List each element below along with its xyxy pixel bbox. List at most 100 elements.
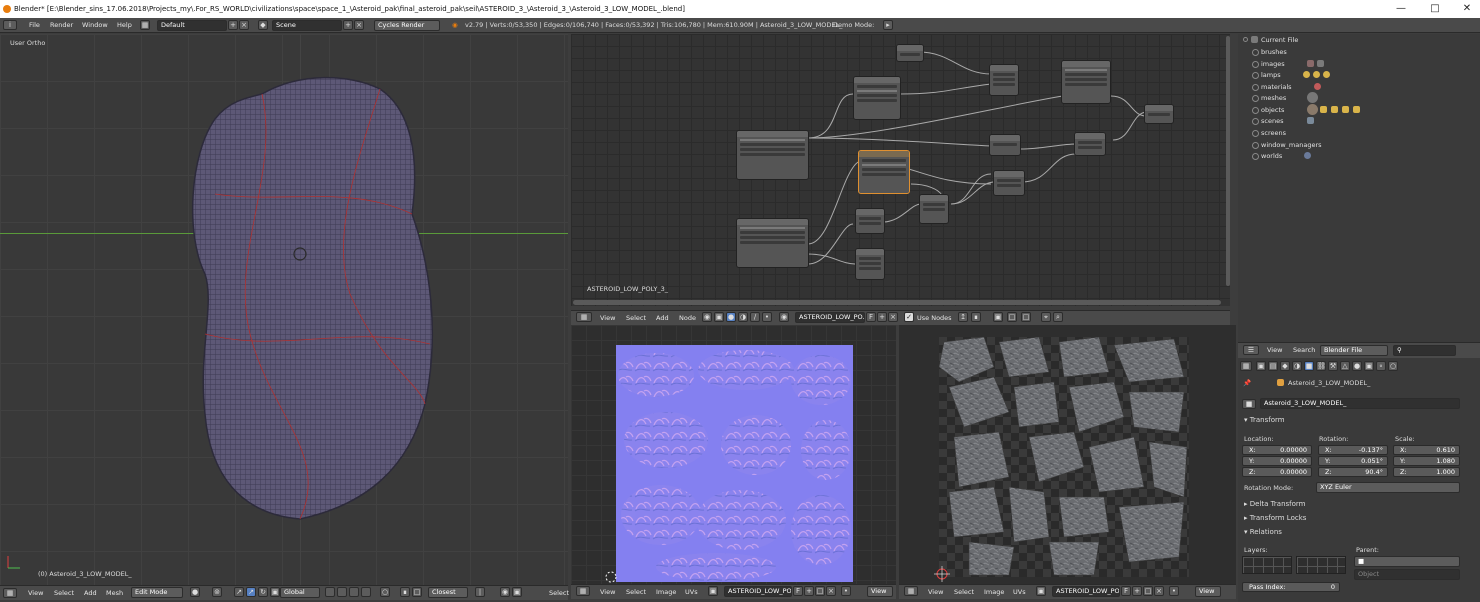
- screen-layout-icon[interactable]: ▦: [140, 20, 150, 30]
- transform-locks-panel-header[interactable]: ▸ Transform Locks: [1244, 514, 1306, 522]
- play-icon[interactable]: ▸: [883, 20, 893, 30]
- constraints-tab-icon[interactable]: ⛓: [1316, 361, 1326, 371]
- parent-type-select[interactable]: Object: [1354, 569, 1460, 580]
- render-preview-icon[interactable]: ◉: [500, 587, 510, 597]
- node-tree-type-shader-icon[interactable]: ◉: [702, 312, 712, 322]
- outliner-item-meshes[interactable]: meshes: [1261, 94, 1286, 102]
- properties-editor[interactable]: ▦ ▣ ▤ ◆ ◑ ■ ⛓ ⚒ △ ● ▣ ∘ ○ 📌 Asteroid_3_L…: [1238, 358, 1480, 602]
- outliner-item-screens[interactable]: screens: [1261, 129, 1286, 137]
- scale-x-field[interactable]: X: 0.610: [1393, 445, 1460, 455]
- view-all-icon[interactable]: ⌖: [1041, 312, 1051, 322]
- image-left-fake-user-button[interactable]: F: [793, 586, 803, 596]
- delta-transform-panel-header[interactable]: ▸ Delta Transform: [1244, 500, 1305, 508]
- image-left-name-field[interactable]: ASTEROID_LOW_PO...: [724, 586, 792, 597]
- viewport-menu-view[interactable]: View: [28, 589, 43, 597]
- node-menu-node[interactable]: Node: [679, 314, 696, 322]
- image-left-open-icon[interactable]: □: [815, 586, 825, 596]
- render-layers-tab-icon[interactable]: ▤: [1268, 361, 1278, 371]
- image-right-fake-user-button[interactable]: F: [1121, 586, 1131, 596]
- manipulator-toggle-icon[interactable]: ↗: [234, 587, 244, 597]
- pivot-point-icon[interactable]: ⊚: [212, 587, 222, 597]
- rotation-y-field[interactable]: Y: 0.051°: [1318, 456, 1388, 466]
- layer-2-icon[interactable]: [337, 587, 347, 597]
- unlink-material-icon[interactable]: ×: [888, 312, 898, 322]
- location-y-field[interactable]: Y: 0.00000: [1242, 456, 1312, 466]
- diffuse-texture-image[interactable]: [939, 337, 1189, 577]
- image-right-view-select[interactable]: View: [1195, 586, 1221, 597]
- snap-align-icon[interactable]: ∣: [475, 587, 485, 597]
- outliner-menu-search[interactable]: Search: [1293, 346, 1315, 354]
- outliner-editor-type-icon[interactable]: ☰: [1243, 345, 1259, 355]
- image-right-browse-icon[interactable]: ▣: [1036, 586, 1046, 596]
- expand-screens-icon[interactable]: [1252, 130, 1259, 137]
- outliner-item-brushes[interactable]: brushes: [1261, 48, 1287, 56]
- location-z-field[interactable]: Z: 0.00000: [1242, 467, 1312, 477]
- node-math[interactable]: [993, 170, 1025, 196]
- object-tab-icon[interactable]: ■: [1304, 361, 1314, 371]
- image-editor-normal[interactable]: [571, 325, 896, 584]
- use-nodes-checkbox[interactable]: ✓: [904, 312, 914, 322]
- shader-line-icon[interactable]: ∕: [750, 312, 760, 322]
- world-tab-icon[interactable]: ◑: [1292, 361, 1302, 371]
- shader-world-icon[interactable]: ◑: [738, 312, 748, 322]
- expand-brushes-icon[interactable]: [1252, 49, 1259, 56]
- material-field[interactable]: ASTEROID_LOW_PO...: [795, 312, 865, 323]
- copy-nodes-icon[interactable]: □: [1007, 312, 1017, 322]
- physics-tab-icon[interactable]: ○: [1388, 361, 1398, 371]
- image-right-new-icon[interactable]: +: [1132, 586, 1142, 596]
- paste-nodes-icon[interactable]: □: [1021, 312, 1031, 322]
- image-editor-left-type-icon[interactable]: ▦: [576, 586, 590, 596]
- layers-grid-a[interactable]: [1242, 556, 1292, 574]
- expand-lamps-icon[interactable]: [1252, 72, 1259, 79]
- view-zoom-icon[interactable]: ⌕: [1053, 312, 1063, 322]
- rotation-z-field[interactable]: Z: 90.4°: [1318, 467, 1388, 477]
- image-right-menu-view[interactable]: View: [928, 588, 943, 596]
- expand-current-file-icon[interactable]: [1243, 37, 1248, 42]
- snap-target-select[interactable]: Closest: [428, 587, 468, 598]
- node-editor-type-icon[interactable]: ▦: [576, 312, 592, 322]
- render-animation-icon[interactable]: ▣: [512, 587, 522, 597]
- render-engine-select[interactable]: Cycles Render: [374, 20, 440, 31]
- expand-images-icon[interactable]: [1252, 61, 1259, 68]
- relations-panel-header[interactable]: ▾ Relations: [1244, 528, 1282, 536]
- object-data-icon[interactable]: ■: [1242, 399, 1256, 409]
- image-left-view-select[interactable]: View: [867, 586, 893, 597]
- node-mix-shader[interactable]: [1074, 132, 1106, 156]
- pass-index-field[interactable]: Pass Index: 0: [1242, 582, 1340, 592]
- menu-help[interactable]: Help: [117, 21, 132, 29]
- outliner-search-input[interactable]: ⚲: [1393, 345, 1456, 356]
- location-x-field[interactable]: X: 0.00000: [1242, 445, 1312, 455]
- rotate-icon[interactable]: ↻: [258, 587, 268, 597]
- viewport-menu-mesh[interactable]: Mesh: [106, 589, 123, 597]
- image-right-open-icon[interactable]: □: [1143, 586, 1153, 596]
- expand-worlds-icon[interactable]: [1252, 153, 1259, 160]
- add-scene-icon[interactable]: +: [343, 20, 353, 30]
- snap-node-icon[interactable]: ∎: [971, 312, 981, 322]
- node-principled-bsdf[interactable]: [1061, 60, 1111, 104]
- properties-editor-type-icon[interactable]: ▦: [1240, 361, 1252, 371]
- expand-meshes-icon[interactable]: [1252, 95, 1259, 102]
- modifiers-tab-icon[interactable]: ⚒: [1328, 361, 1338, 371]
- scale-icon[interactable]: ▣: [270, 587, 280, 597]
- outliner-item-materials[interactable]: materials: [1261, 83, 1292, 91]
- particles-tab-icon[interactable]: ∘: [1376, 361, 1386, 371]
- expand-scenes-icon[interactable]: [1252, 118, 1259, 125]
- image-right-menu-uvs[interactable]: UVs: [1013, 588, 1026, 596]
- scale-z-field[interactable]: Z: 1.000: [1393, 467, 1460, 477]
- screen-layout-field[interactable]: Default: [157, 20, 227, 31]
- add-layout-icon[interactable]: +: [228, 20, 238, 30]
- image-right-pin-icon[interactable]: •: [1169, 586, 1179, 596]
- expand-objects-icon[interactable]: [1252, 107, 1259, 114]
- interaction-mode-select[interactable]: Edit Mode: [131, 587, 183, 598]
- proportional-edit-icon[interactable]: ○: [380, 587, 390, 597]
- scale-y-field[interactable]: Y: 1.080: [1393, 456, 1460, 466]
- outliner-display-mode-select[interactable]: Blender File: [1320, 345, 1388, 356]
- node-uv-map[interactable]: [736, 130, 809, 180]
- editor-type-icon[interactable]: i: [3, 20, 17, 30]
- viewport-menu-select[interactable]: Select: [54, 589, 74, 597]
- outliner-item-scenes[interactable]: scenes: [1261, 117, 1283, 125]
- pin-icon[interactable]: •: [762, 312, 772, 322]
- menu-window[interactable]: Window: [82, 21, 108, 29]
- image-left-new-icon[interactable]: +: [804, 586, 814, 596]
- material-browse-icon[interactable]: ◉: [779, 312, 789, 322]
